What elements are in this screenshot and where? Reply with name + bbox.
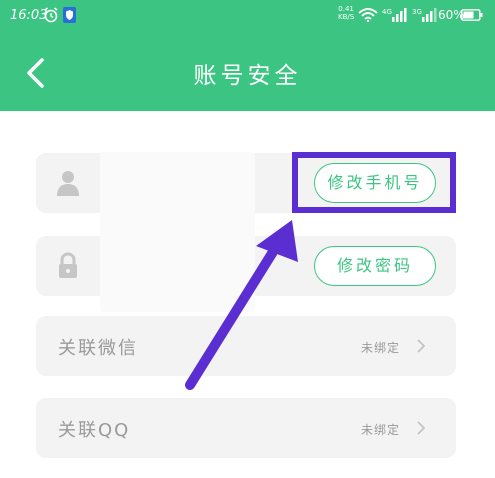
- page-title: 账号安全: [193, 63, 302, 89]
- shield-icon: [63, 7, 76, 23]
- annotation-highlight-box: [292, 152, 456, 213]
- qq-row[interactable]: 关联QQ 未绑定: [36, 398, 456, 458]
- app-header: 16:03 0.41 KB/S 4G 3G 60% 账号安全: [0, 0, 495, 111]
- chevron-right-icon: [417, 339, 426, 353]
- network-speed-value: 0.41: [338, 5, 354, 13]
- battery-icon: [461, 9, 483, 21]
- wechat-row[interactable]: 关联微信 未绑定: [36, 316, 456, 376]
- chevron-right-icon-2: [417, 421, 426, 435]
- alarm-icon: [44, 7, 58, 23]
- redacted-account-info: [100, 152, 255, 312]
- signal-icon-2: [422, 8, 437, 22]
- wifi-icon: [358, 8, 378, 22]
- lock-icon: [59, 252, 77, 278]
- wechat-status: 未绑定: [360, 341, 400, 355]
- qq-status: 未绑定: [360, 423, 400, 437]
- change-password-button[interactable]: 修改密码: [314, 246, 436, 286]
- user-icon: [57, 171, 79, 196]
- status-bar: 16:03 0.41 KB/S 4G 3G 60%: [0, 0, 495, 34]
- signal-icon: [392, 8, 407, 22]
- status-time: 16:03: [10, 8, 48, 23]
- qq-label: 关联QQ: [58, 420, 131, 441]
- network-speed-unit: KB/S: [338, 13, 355, 21]
- network-speed: 0.41 KB/S: [338, 5, 354, 21]
- wechat-label: 关联微信: [58, 338, 138, 359]
